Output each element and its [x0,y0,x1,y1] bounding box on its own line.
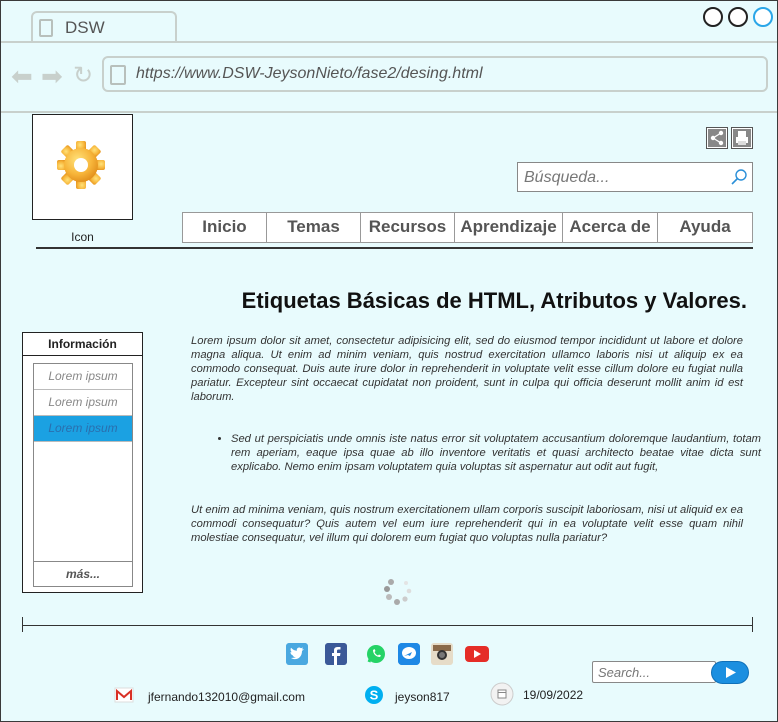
menu-item-acerca-de[interactable]: Acerca de [563,213,658,242]
footer-divider [22,625,753,626]
back-icon[interactable]: ⬅ [11,63,33,89]
chrome-divider [1,111,777,113]
info-panel: Información Lorem ipsum Lorem ipsum Lore… [22,332,143,593]
share-icon [708,129,726,147]
logo[interactable] [32,114,133,220]
close-button[interactable] [753,7,773,27]
search-icon[interactable] [730,168,748,186]
info-item[interactable]: Lorem ipsum [34,390,132,416]
search-box[interactable] [517,162,753,192]
address-bar[interactable]: https://www.DSW-JeysonNieto/fase2/desing… [102,56,768,92]
messenger-icon[interactable] [398,643,420,665]
print-button[interactable] [731,127,753,149]
tab-title: DSW [65,18,105,37]
menu-item-recursos[interactable]: Recursos [361,213,455,242]
header-divider [36,247,753,249]
search-input[interactable] [522,166,726,190]
divider-tick [22,617,23,632]
footer-search-input[interactable] [592,661,716,683]
whatsapp-icon[interactable] [365,643,387,665]
skype-text[interactable]: jeyson817 [395,690,450,704]
youtube-icon[interactable] [464,643,490,665]
page-icon [110,65,126,85]
info-item[interactable]: Lorem ipsum [34,364,132,390]
menu-item-aprendizaje[interactable]: Aprendizaje [455,213,563,242]
maximize-button[interactable] [728,7,748,27]
browser-tab[interactable]: DSW [31,11,177,43]
main-menu: Inicio Temas Recursos Aprendizaje Acerca… [182,212,753,243]
menu-item-temas[interactable]: Temas [267,213,361,242]
minimize-button[interactable] [703,7,723,27]
more-link[interactable]: más... [34,561,132,586]
loading-spinner-icon [384,579,412,605]
info-list: Lorem ipsum Lorem ipsum Lorem ipsum más.… [33,363,133,587]
gear-icon [57,141,105,189]
reload-icon[interactable]: ↻ [73,63,93,89]
gmail-icon[interactable] [114,685,134,705]
bullet-list: Sed ut perspiciatis unde omnis iste natu… [213,432,761,474]
tab-divider [1,41,777,43]
footer-search [592,661,750,684]
browser-window: DSW ⬅ ➡ ↻ https://www.DSW-JeysonNieto/fa… [0,0,778,722]
date-text: 19/09/2022 [523,688,584,702]
logo-label: Icon [71,230,94,244]
menu-item-inicio[interactable]: Inicio [183,213,267,242]
instagram-icon[interactable] [431,643,453,665]
info-panel-header: Información [23,333,142,356]
page-icon [39,19,53,37]
skype-icon[interactable]: S [364,685,384,705]
share-button[interactable] [706,127,728,149]
email-text[interactable]: jfernando132010@gmail.com [148,690,305,704]
facebook-icon[interactable] [325,643,347,665]
play-arrow-icon [726,667,736,678]
page-title: Etiquetas Básicas de HTML, Atributos y V… [241,288,747,313]
browser-chrome: DSW ⬅ ➡ ↻ https://www.DSW-JeysonNieto/fa… [1,1,777,113]
menu-item-ayuda[interactable]: Ayuda [658,213,752,242]
print-icon [733,129,751,147]
divider-tick [752,617,753,632]
svg-text:S: S [370,688,379,703]
info-item-selected[interactable]: Lorem ipsum [34,416,132,442]
search-submit-button[interactable] [711,661,749,684]
list-item: Sed ut perspiciatis unde omnis iste natu… [231,432,761,474]
url-text[interactable]: https://www.DSW-JeysonNieto/fase2/desing… [136,65,483,83]
paragraph-2: Ut enim ad minima veniam, quis nostrum e… [191,504,743,544]
twitter-icon[interactable] [286,643,308,665]
forward-icon[interactable]: ➡ [41,63,63,89]
calendar-icon [490,682,514,706]
paragraph-1: Lorem ipsum dolor sit amet, consectetur … [191,335,743,403]
